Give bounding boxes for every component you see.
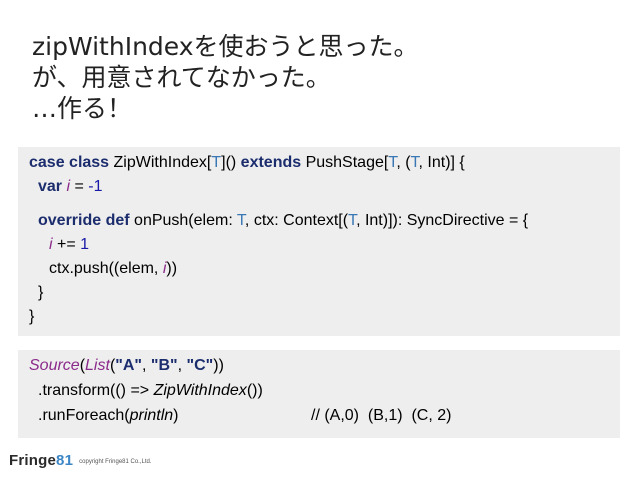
- code-line: .transform(() => ZipWithIndex()): [38, 382, 263, 399]
- code-line: override def onPush(elem: T, ctx: Contex…: [38, 212, 529, 229]
- code-block-class: case class ZipWithIndex[T]() extends Pus…: [18, 147, 620, 336]
- code-line: }: [38, 284, 44, 301]
- code-line: i += 1: [49, 236, 90, 253]
- code-line: Source(List("A", "B", "C")): [29, 357, 224, 374]
- footer: Fringe81 copyright Fringe81 Co.,Ltd.: [9, 449, 152, 471]
- code-line: case class ZipWithIndex[T]() extends Pus…: [29, 154, 465, 171]
- slide-title: zipWithIndexを使おうと思った。 が、用意されてなかった。 …作る！: [32, 31, 419, 124]
- copyright-text: copyright Fringe81 Co.,Ltd.: [79, 458, 152, 465]
- title-line-2: が、用意されてなかった。: [32, 63, 331, 92]
- fringe81-logo: Fringe81: [9, 451, 74, 469]
- code-comment: // (A,0) (B,1) (C, 2): [311, 407, 452, 424]
- title-line-1: zipWithIndexを使おうと思った。: [32, 32, 419, 61]
- code-line: ctx.push((elem, i)): [49, 260, 178, 277]
- title-line-3: …作る！: [32, 94, 133, 123]
- code-line: }: [29, 308, 35, 325]
- code-line: var i = -1: [38, 178, 103, 195]
- code-block-usage: Source(List("A", "B", "C")) .transform((…: [18, 350, 620, 438]
- code-line: .runForeach(println): [38, 407, 179, 424]
